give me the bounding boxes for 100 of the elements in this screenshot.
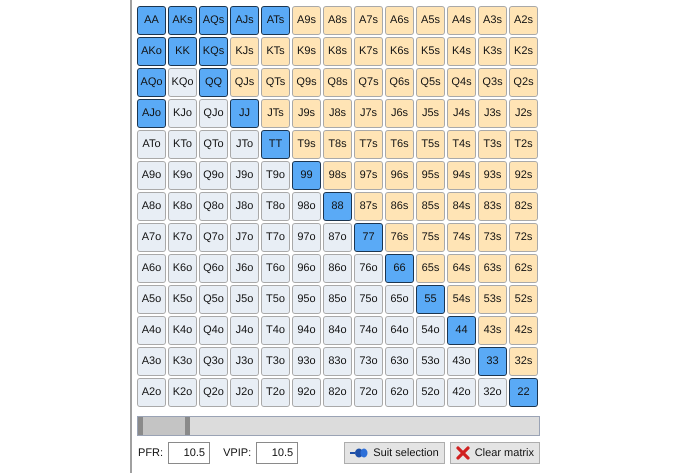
offsuit-hand-cell[interactable]: A8o (137, 192, 166, 221)
pfr-field[interactable]: 10.5 (168, 442, 210, 464)
suited-hand-cell[interactable]: 97s (354, 161, 383, 190)
suited-hand-cell[interactable]: J5s (416, 99, 445, 128)
suit-selection-button[interactable]: Suit selection (344, 442, 445, 464)
pair-cell[interactable]: KK (168, 37, 197, 66)
suited-hand-cell[interactable]: J2s (509, 99, 538, 128)
pair-cell[interactable]: 88 (323, 192, 352, 221)
offsuit-hand-cell[interactable]: 53o (416, 347, 445, 376)
suited-hand-cell[interactable]: T4s (447, 130, 476, 159)
pair-cell[interactable]: QQ (199, 68, 228, 97)
offsuit-hand-cell[interactable]: 73o (354, 347, 383, 376)
suited-hand-cell[interactable]: 75s (416, 223, 445, 252)
offsuit-hand-cell[interactable]: J9o (230, 161, 259, 190)
suited-hand-cell[interactable]: K2s (509, 37, 538, 66)
offsuit-hand-cell[interactable]: QTo (199, 130, 228, 159)
offsuit-hand-cell[interactable]: A6o (137, 254, 166, 283)
pair-cell[interactable]: 33 (478, 347, 507, 376)
suited-hand-cell[interactable]: 65s (416, 254, 445, 283)
offsuit-hand-cell[interactable]: 72o (354, 378, 383, 407)
offsuit-hand-cell[interactable]: Q4o (199, 316, 228, 345)
suited-hand-cell[interactable]: 82s (509, 192, 538, 221)
suited-hand-cell[interactable]: 54s (447, 285, 476, 314)
suited-hand-cell[interactable]: 62s (509, 254, 538, 283)
pair-cell[interactable]: TT (261, 130, 290, 159)
suited-hand-cell[interactable]: KTs (261, 37, 290, 66)
offsuit-hand-cell[interactable]: 74o (354, 316, 383, 345)
suited-hand-cell[interactable]: T5s (416, 130, 445, 159)
suited-hand-cell[interactable]: T2s (509, 130, 538, 159)
suited-hand-cell[interactable]: QTs (261, 68, 290, 97)
offsuit-hand-cell[interactable]: 93o (292, 347, 321, 376)
suited-hand-cell[interactable]: K6s (385, 37, 414, 66)
offsuit-hand-cell[interactable]: QJo (199, 99, 228, 128)
offsuit-hand-cell[interactable]: J3o (230, 347, 259, 376)
suited-hand-cell[interactable]: QJs (230, 68, 259, 97)
suited-hand-cell[interactable]: 53s (478, 285, 507, 314)
offsuit-hand-cell[interactable]: A2o (137, 378, 166, 407)
suited-hand-cell[interactable]: K9s (292, 37, 321, 66)
suited-hand-cell[interactable]: Q6s (385, 68, 414, 97)
offsuit-hand-cell[interactable]: Q7o (199, 223, 228, 252)
suited-hand-cell[interactable]: AKs (168, 6, 197, 35)
offsuit-hand-cell[interactable]: Q6o (199, 254, 228, 283)
offsuit-hand-cell[interactable]: 52o (416, 378, 445, 407)
vpip-field[interactable]: 10.5 (256, 442, 298, 464)
offsuit-hand-cell[interactable]: 65o (385, 285, 414, 314)
offsuit-hand-cell[interactable]: 87o (323, 223, 352, 252)
slider-range[interactable] (138, 417, 190, 435)
offsuit-hand-cell[interactable]: 82o (323, 378, 352, 407)
pair-cell[interactable]: 55 (416, 285, 445, 314)
suited-hand-cell[interactable]: J8s (323, 99, 352, 128)
suited-hand-cell[interactable]: K4s (447, 37, 476, 66)
suited-hand-cell[interactable]: Q4s (447, 68, 476, 97)
suited-hand-cell[interactable]: Q5s (416, 68, 445, 97)
pair-cell[interactable]: 77 (354, 223, 383, 252)
offsuit-hand-cell[interactable]: 63o (385, 347, 414, 376)
suited-hand-cell[interactable]: A9s (292, 6, 321, 35)
offsuit-hand-cell[interactable]: K7o (168, 223, 197, 252)
offsuit-hand-cell[interactable]: A4o (137, 316, 166, 345)
suited-hand-cell[interactable]: AQs (199, 6, 228, 35)
suited-hand-cell[interactable]: J3s (478, 99, 507, 128)
offsuit-hand-cell[interactable]: J5o (230, 285, 259, 314)
suited-hand-cell[interactable]: T3s (478, 130, 507, 159)
offsuit-hand-cell[interactable]: KJo (168, 99, 197, 128)
offsuit-hand-cell[interactable]: KTo (168, 130, 197, 159)
offsuit-hand-cell[interactable]: A7o (137, 223, 166, 252)
suited-hand-cell[interactable]: J6s (385, 99, 414, 128)
offsuit-hand-cell[interactable]: J8o (230, 192, 259, 221)
offsuit-hand-cell[interactable]: 62o (385, 378, 414, 407)
offsuit-hand-cell[interactable]: 75o (354, 285, 383, 314)
suited-hand-cell[interactable]: 42s (509, 316, 538, 345)
suited-hand-cell[interactable]: 52s (509, 285, 538, 314)
pair-cell[interactable]: JJ (230, 99, 259, 128)
offsuit-hand-cell[interactable]: 76o (354, 254, 383, 283)
offsuit-hand-cell[interactable]: J2o (230, 378, 259, 407)
suited-hand-cell[interactable]: A6s (385, 6, 414, 35)
offsuit-hand-cell[interactable]: J4o (230, 316, 259, 345)
offsuit-hand-cell[interactable]: 95o (292, 285, 321, 314)
suited-hand-cell[interactable]: K3s (478, 37, 507, 66)
offsuit-hand-cell[interactable]: K3o (168, 347, 197, 376)
suited-hand-cell[interactable]: 94s (447, 161, 476, 190)
suited-hand-cell[interactable]: A4s (447, 6, 476, 35)
pair-cell[interactable]: 44 (447, 316, 476, 345)
offsuit-hand-cell[interactable]: 32o (478, 378, 507, 407)
suited-hand-cell[interactable]: 64s (447, 254, 476, 283)
suited-hand-cell[interactable]: Q9s (292, 68, 321, 97)
suited-hand-cell[interactable]: JTs (261, 99, 290, 128)
offsuit-hand-cell[interactable]: T4o (261, 316, 290, 345)
offsuit-hand-cell[interactable]: 64o (385, 316, 414, 345)
suited-hand-cell[interactable]: KQs (199, 37, 228, 66)
clear-matrix-button[interactable]: Clear matrix (450, 442, 540, 464)
offsuit-hand-cell[interactable]: 86o (323, 254, 352, 283)
suited-hand-cell[interactable]: A5s (416, 6, 445, 35)
offsuit-hand-cell[interactable]: Q8o (199, 192, 228, 221)
offsuit-hand-cell[interactable]: A5o (137, 285, 166, 314)
offsuit-hand-cell[interactable]: 83o (323, 347, 352, 376)
offsuit-hand-cell[interactable]: T6o (261, 254, 290, 283)
offsuit-hand-cell[interactable]: 94o (292, 316, 321, 345)
offsuit-hand-cell[interactable]: JTo (230, 130, 259, 159)
suited-hand-cell[interactable]: 74s (447, 223, 476, 252)
offsuit-hand-cell[interactable]: 42o (447, 378, 476, 407)
